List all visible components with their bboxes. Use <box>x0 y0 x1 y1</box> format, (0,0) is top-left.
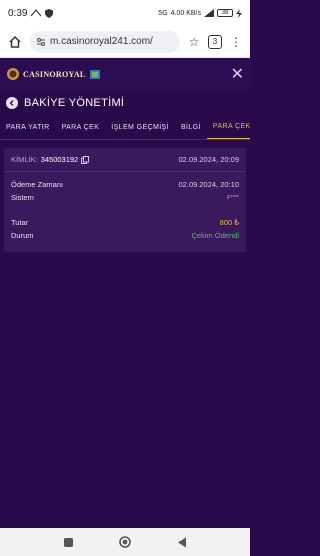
system-value: F**** <box>227 194 239 201</box>
page-title: BAKİYE YÖNETİMİ <box>24 97 125 109</box>
empty-content-area <box>0 260 250 528</box>
battery-icon: 38 <box>217 9 233 17</box>
recents-button[interactable] <box>60 534 76 550</box>
logo-text: CASINOROYAL <box>23 69 86 79</box>
payment-time-label: Ödeme Zamanı <box>11 180 64 189</box>
id-label: KİMLİK: <box>11 155 38 164</box>
section-header: BAKİYE YÖNETİMİ <box>0 90 250 116</box>
back-nav-button[interactable] <box>174 534 190 550</box>
status-label: Durum <box>11 231 34 240</box>
status-bar: 0:39 5G 4.00 KB/s 38 <box>0 0 250 26</box>
site-header: CASINOROYAL ✕ <box>0 58 250 90</box>
square-icon <box>63 537 73 547</box>
system-row: Sistem F**** <box>4 191 246 204</box>
chevron-left-icon <box>9 100 14 106</box>
signal-icon <box>204 9 214 17</box>
tab-withdrawals[interactable]: PARA ÇEKME <box>206 116 250 139</box>
shield-icon <box>45 8 54 18</box>
status-value: Çekim Ödendi <box>191 231 239 240</box>
payment-time-row: Ödeme Zamanı 02.09.2024, 20:10 <box>4 178 246 191</box>
back-button[interactable] <box>6 97 18 109</box>
tab-info[interactable]: BİLGİ <box>175 116 207 139</box>
star-icon[interactable]: ☆ <box>186 34 202 50</box>
more-menu-icon[interactable]: ⋮ <box>228 34 244 50</box>
created-date: 02.09.2024, 20:09 <box>178 155 239 164</box>
site-logo[interactable]: CASINOROYAL <box>6 67 101 81</box>
notification-icon <box>31 9 42 17</box>
partner-badge-icon <box>89 70 100 79</box>
circle-icon <box>119 536 131 548</box>
address-bar[interactable]: m.casinoroyal241.com/ <box>30 30 180 53</box>
copy-icon[interactable] <box>81 155 90 164</box>
tab-withdraw[interactable]: PARA ÇEK <box>56 116 106 139</box>
site-settings-icon[interactable] <box>36 37 46 47</box>
tab-transaction-history[interactable]: İŞLEM GEÇMİŞİ <box>105 116 175 139</box>
status-row: Durum Çekim Ödendi <box>4 229 246 242</box>
tab-switcher-button[interactable]: 3 <box>208 34 222 49</box>
system-nav-bar <box>0 528 250 556</box>
payment-time-value: 02.09.2024, 20:10 <box>178 180 239 189</box>
transaction-card: KİMLİK: 345003192 02.09.2024, 20:09 Ödem… <box>4 148 246 252</box>
transaction-id-row: KİMLİK: 345003192 02.09.2024, 20:09 <box>4 148 246 172</box>
url-text: m.casinoroyal241.com/ <box>50 36 153 47</box>
status-time: 0:39 <box>8 7 28 19</box>
transaction-id: 345003192 <box>40 155 79 164</box>
amount-value: 800 ₺ <box>219 218 239 227</box>
browser-toolbar: m.casinoroyal241.com/ ☆ 3 ⋮ <box>0 26 250 58</box>
network-label: 5G <box>158 9 168 17</box>
amount-row: Tutar 800 ₺ <box>4 216 246 229</box>
close-icon[interactable]: ✕ <box>231 64 244 84</box>
home-button[interactable] <box>117 534 133 550</box>
home-icon[interactable] <box>6 33 24 51</box>
speed-label: 4.00 KB/s <box>170 9 201 17</box>
charging-icon <box>236 8 242 18</box>
amount-label: Tutar <box>11 218 29 227</box>
balance-tabs: PARA YATIR PARA ÇEK İŞLEM GEÇMİŞİ BİLGİ … <box>0 116 250 140</box>
triangle-back-icon <box>177 537 186 547</box>
system-label: Sistem <box>11 193 34 202</box>
tab-deposit[interactable]: PARA YATIR <box>0 116 56 139</box>
lion-crest-icon <box>7 68 19 80</box>
